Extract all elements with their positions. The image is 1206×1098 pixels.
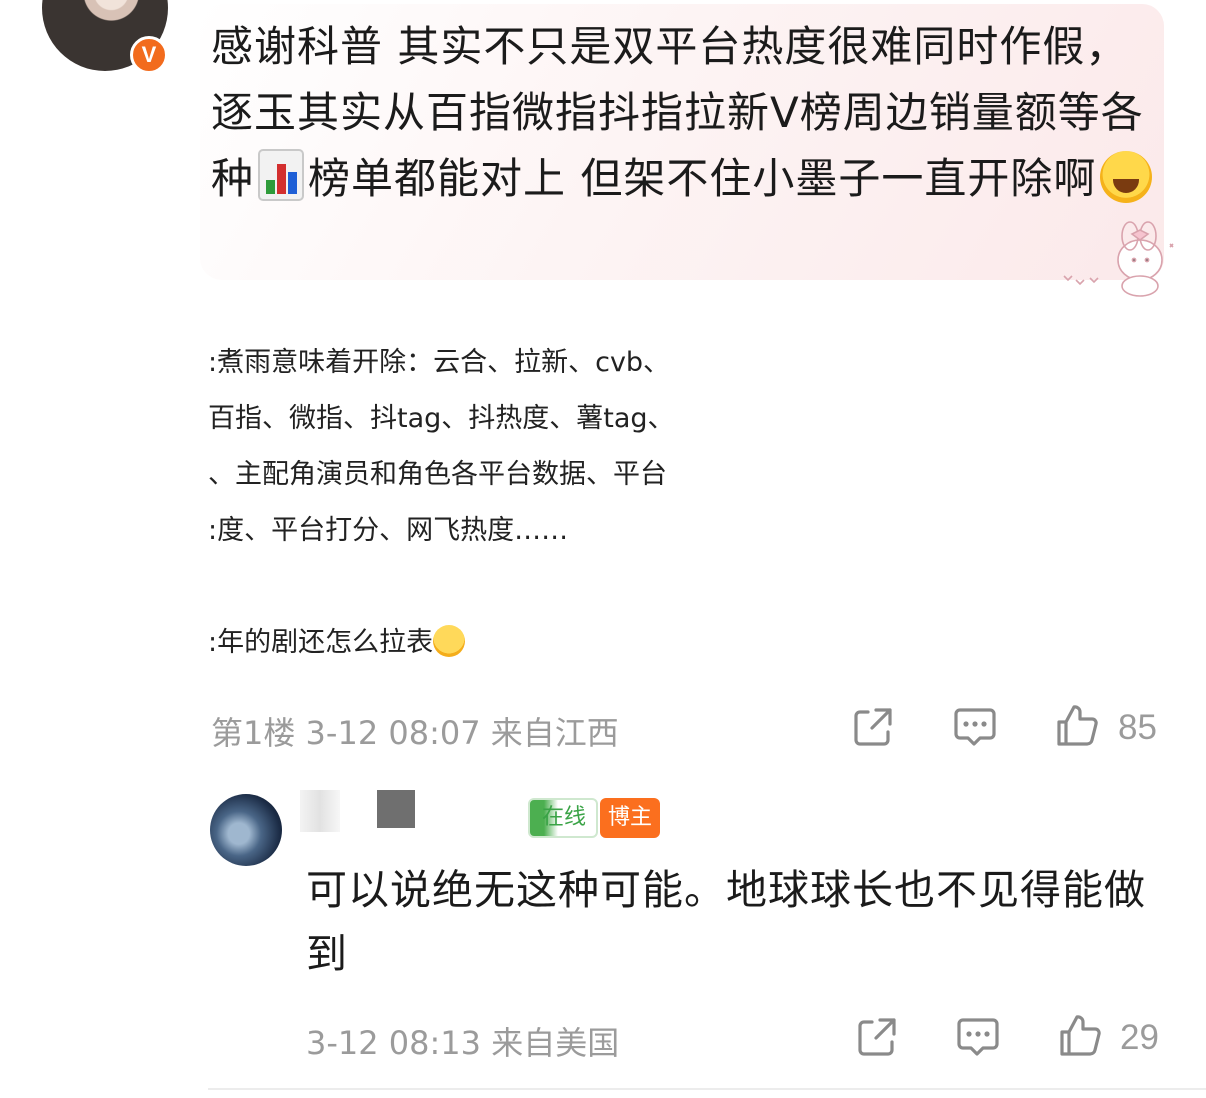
comment-meta: 第1楼 3-12 08:07 来自江西 <box>211 708 619 754</box>
image-text-line: :度、平台打分、网飞热度…… <box>208 515 569 546</box>
reply-avatar[interactable] <box>210 794 282 866</box>
online-badge: 在线 <box>528 798 599 838</box>
share-icon[interactable] <box>850 704 896 750</box>
image-text-line: :年的剧还怎么拉表 <box>208 627 434 658</box>
comment-location: 来自江西 <box>490 714 619 752</box>
share-icon[interactable] <box>854 1014 900 1060</box>
comment-icon[interactable] <box>952 704 998 750</box>
image-text-line: 百指、微指、抖tag、抖热度、薯tag、 <box>208 403 675 434</box>
reply-time: 3-12 08:13 <box>306 1024 482 1062</box>
floor-number: 第1楼 <box>211 714 296 752</box>
reply-text: 可以说绝无这种可能。地球球长也不见得能做到 <box>306 866 1146 978</box>
attached-image[interactable]: :煮雨意味着开除：云合、拉新、cvb、 百指、微指、抖tag、抖热度、薯tag、… <box>208 306 704 668</box>
comment-text-part2: 榜单都能对上 但架不住小墨子一直开除啊 <box>308 154 1097 203</box>
comment-time: 3-12 08:07 <box>305 714 481 752</box>
image-text-line: :煮雨意味着开除：云合、拉新、cvb、 <box>208 347 671 378</box>
comment-text: 感谢科普 其实不只是双平台热度很难同时作假，逐玉其实从百指微指抖指拉新V榜周边销… <box>211 14 1161 212</box>
laughing-crying-emoji-icon <box>1100 151 1153 203</box>
sad-sweat-emoji-icon <box>433 625 466 657</box>
username-blurred[interactable] <box>377 790 415 828</box>
blogger-badge: 博主 <box>600 798 661 838</box>
comment-icon[interactable] <box>955 1014 1001 1060</box>
image-text-line-with-emoji: :年的剧还怎么拉表 <box>208 620 466 659</box>
reply-meta: 3-12 08:13 来自美国 <box>306 1018 619 1064</box>
like-count: 29 <box>1120 1018 1159 1057</box>
image-text-line: 、主配角演员和角色各平台数据、平台 <box>208 459 667 490</box>
divider <box>208 1088 1206 1090</box>
bunny-sticker-icon <box>1063 221 1174 297</box>
bar-chart-emoji-icon <box>258 149 305 201</box>
username-blurred[interactable] <box>300 790 340 832</box>
verified-badge: V <box>130 36 168 74</box>
like-count: 85 <box>1118 708 1157 747</box>
like-icon[interactable] <box>1054 702 1100 748</box>
like-icon[interactable] <box>1057 1012 1103 1058</box>
reply-location: 来自美国 <box>491 1024 620 1062</box>
